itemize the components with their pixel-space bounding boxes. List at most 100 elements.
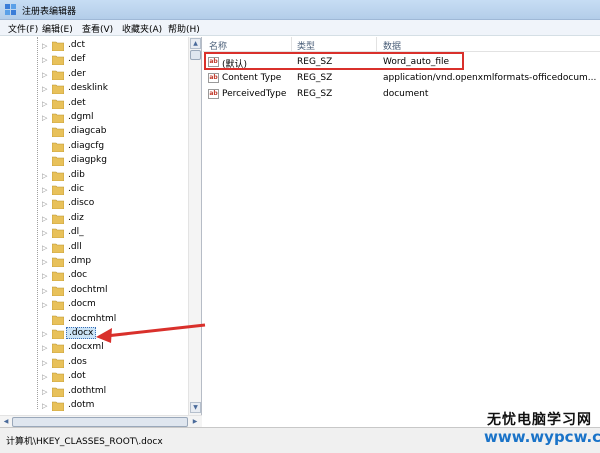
expand-arrow-icon[interactable]: ▷ [42, 56, 50, 64]
key-tree: ▷ .dct ▷ .def ▷ .der ▷ .desklink ▷ .det ▷ .dgml .dia… [0, 37, 202, 427]
scroll-thumb[interactable] [190, 50, 201, 60]
column-separator[interactable] [291, 37, 292, 52]
folder-icon [52, 315, 64, 325]
column-type[interactable]: 类型 [297, 39, 315, 52]
tree-item[interactable]: ▷ .def [0, 53, 190, 67]
tree-item[interactable]: ▷ .dll [0, 241, 190, 255]
expand-arrow-icon[interactable]: ▷ [42, 71, 50, 79]
value-data: document [383, 89, 429, 99]
tree-item-label: .docmhtml [68, 313, 117, 324]
tree-item[interactable]: ▷ .dl_ [0, 226, 190, 240]
annotation-highlight-box [204, 52, 464, 70]
tree-item-label: .det [68, 97, 86, 108]
menu-favorites[interactable]: 收藏夹(A) [120, 22, 164, 35]
expand-arrow-icon[interactable]: ▷ [42, 388, 50, 396]
expand-arrow-icon[interactable]: ▷ [42, 373, 50, 381]
tree-item[interactable]: ▷ .dmp [0, 255, 190, 269]
tree-item[interactable]: ▷ .docxml [0, 341, 190, 355]
menu-view[interactable]: 查看(V) [80, 22, 115, 35]
tree-horizontal-scrollbar[interactable]: ◀ ▶ [0, 415, 202, 427]
expand-arrow-icon[interactable]: ▷ [42, 287, 50, 295]
folder-icon [52, 214, 64, 224]
tree-item[interactable]: ▷ .dgml [0, 111, 190, 125]
folder-icon [52, 113, 64, 123]
tree-item-label: .dochtml [68, 284, 108, 295]
tree-item-label: .dos [68, 356, 87, 367]
menu-bar: 文件(F) 编辑(E) 查看(V) 收藏夹(A) 帮助(H) [0, 20, 600, 36]
tree-item[interactable]: .diagpkg [0, 154, 190, 168]
value-type: REG_SZ [297, 73, 333, 83]
expand-arrow-icon[interactable]: ▷ [42, 215, 50, 223]
scroll-up-button[interactable]: ▲ [190, 38, 201, 49]
scroll-left-button[interactable]: ◀ [1, 417, 11, 427]
tree-item[interactable]: ▷ .dct [0, 39, 190, 53]
expand-arrow-icon[interactable]: ▷ [42, 402, 50, 410]
tree-item[interactable]: ▷ .dib [0, 169, 190, 183]
values-pane: 名称 类型 数据 ab (默认) REG_SZ Word_auto_file a… [203, 37, 600, 427]
tree-item[interactable]: ▷ .dot [0, 370, 190, 384]
tree-item[interactable]: .diagcfg [0, 140, 190, 154]
tree-item-label: .dmp [68, 256, 92, 266]
expand-arrow-icon[interactable]: ▷ [42, 172, 50, 180]
tree-item[interactable]: ▷ .dotm [0, 399, 190, 413]
tree-item[interactable]: ▷ .desklink [0, 82, 190, 96]
tree-item[interactable]: ▷ .det [0, 97, 190, 111]
tree-item-label: .diagpkg [68, 155, 107, 166]
tree-item[interactable]: ▷ .dic [0, 183, 190, 197]
menu-file[interactable]: 文件(F) [6, 22, 40, 35]
expand-arrow-icon[interactable]: ▷ [42, 359, 50, 367]
tree-item[interactable]: .docmhtml [0, 313, 190, 327]
tree-item-label: .dct [68, 40, 86, 50]
expand-arrow-icon[interactable]: ▷ [42, 258, 50, 266]
column-name[interactable]: 名称 [209, 39, 227, 52]
tree-item-label: .dll [68, 241, 82, 252]
folder-icon [52, 84, 64, 95]
expand-arrow-icon[interactable]: ▷ [42, 100, 50, 108]
tree-item-label: .dotm [68, 400, 95, 410]
hscroll-thumb[interactable] [12, 417, 188, 427]
expand-arrow-icon[interactable]: ▷ [42, 200, 50, 208]
tree-item[interactable]: ▷ .dochtml [0, 284, 190, 298]
tree-item[interactable]: ▷ .dos [0, 356, 190, 370]
tree-item[interactable]: ▷ .docm [0, 298, 190, 312]
folder-icon [52, 128, 64, 138]
value-name: PerceivedType [222, 89, 287, 99]
value-name: Content Type [222, 73, 282, 83]
folder-icon [52, 243, 64, 253]
value-row[interactable]: ab Content Type REG_SZ application/vnd.o… [203, 70, 600, 86]
tree-item-label: .docx [66, 327, 97, 339]
tree-item[interactable]: ▷ .doc [0, 269, 190, 283]
menu-help[interactable]: 帮助(H) [166, 22, 202, 35]
expand-arrow-icon[interactable]: ▷ [42, 229, 50, 237]
tree-item[interactable]: ▷ .diz [0, 212, 190, 226]
tree-item-label: .der [68, 68, 86, 79]
folder-icon [52, 372, 64, 383]
folder-icon [52, 142, 64, 152]
tree-item[interactable]: ▷ .docx [0, 327, 190, 341]
column-separator[interactable] [376, 37, 377, 52]
expand-arrow-icon[interactable]: ▷ [42, 344, 50, 352]
expand-arrow-icon[interactable]: ▷ [42, 244, 50, 252]
expand-arrow-icon[interactable]: ▷ [42, 301, 50, 309]
tree-item-label: .dgml [68, 112, 94, 122]
expand-arrow-icon[interactable]: ▷ [42, 85, 50, 93]
string-value-icon: ab [208, 73, 219, 83]
expand-arrow-icon[interactable]: ▷ [42, 114, 50, 122]
value-row[interactable]: ab PerceivedType REG_SZ document [203, 86, 600, 102]
expand-arrow-icon[interactable]: ▷ [42, 42, 50, 50]
expand-arrow-icon[interactable]: ▷ [42, 330, 50, 338]
tree-item-label: .dic [68, 184, 85, 194]
menu-edit[interactable]: 编辑(E) [40, 22, 75, 35]
scroll-right-button[interactable]: ▶ [190, 417, 200, 427]
tree-item[interactable]: ▷ .disco [0, 197, 190, 211]
expand-arrow-icon[interactable]: ▷ [42, 186, 50, 194]
title-bar: 注册表编辑器 [0, 0, 600, 20]
expand-arrow-icon[interactable]: ▷ [42, 272, 50, 280]
folder-icon [52, 156, 64, 167]
scroll-down-button[interactable]: ▼ [190, 402, 201, 413]
tree-item[interactable]: ▷ .dothtml [0, 385, 190, 399]
tree-vertical-scrollbar[interactable]: ▲ ▼ [188, 37, 201, 415]
column-data[interactable]: 数据 [383, 39, 401, 52]
tree-item[interactable]: .diagcab [0, 125, 190, 139]
tree-item[interactable]: ▷ .der [0, 68, 190, 82]
